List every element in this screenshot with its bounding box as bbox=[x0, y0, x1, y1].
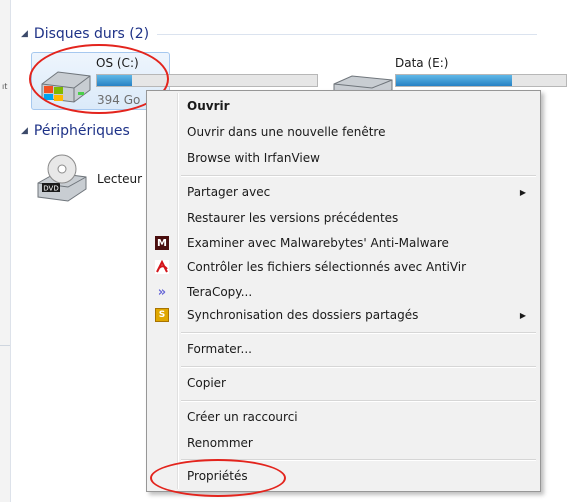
menu-separator bbox=[181, 400, 536, 402]
malwarebytes-icon: M bbox=[155, 236, 169, 250]
menu-item-create-shortcut[interactable]: Créer un raccourci bbox=[149, 405, 538, 429]
menu-item-label: Contrôler les fichiers sélectionnés avec… bbox=[187, 260, 467, 274]
context-menu: Ouvrir Ouvrir dans une nouvelle fenêtre … bbox=[146, 90, 541, 492]
menu-item-label: Examiner avec Malwarebytes' Anti-Malware bbox=[187, 236, 449, 250]
dvd-label: DVD bbox=[43, 185, 58, 193]
navigation-pane-edge: ıt bbox=[0, 0, 11, 502]
menu-item-label: Synchronisation des dossiers partagés bbox=[187, 308, 419, 322]
menu-item-rename[interactable]: Renommer bbox=[149, 431, 538, 455]
menu-item-label: Ouvrir bbox=[187, 99, 230, 113]
menu-item-restore-versions[interactable]: Restaurer les versions précédentes bbox=[149, 206, 538, 230]
menu-item-label: TeraCopy... bbox=[187, 285, 253, 299]
dvd-drive-icon: DVD bbox=[37, 154, 87, 202]
group-header-hard-drives[interactable]: ◢ Disques durs (2) bbox=[21, 26, 538, 42]
teracopy-icon: » bbox=[157, 284, 167, 300]
menu-item-label: Créer un raccourci bbox=[187, 410, 298, 424]
menu-item-label: Renommer bbox=[187, 436, 253, 450]
menu-item-label: Copier bbox=[187, 376, 226, 390]
drive-e-usage-fill bbox=[396, 75, 512, 86]
menu-item-teracopy[interactable]: » TeraCopy... bbox=[149, 280, 538, 304]
group-header-devices[interactable]: ◢ Périphériques bbox=[21, 123, 130, 139]
menu-item-malwarebytes[interactable]: M Examiner avec Malwarebytes' Anti-Malwa… bbox=[149, 231, 538, 255]
menu-separator bbox=[181, 366, 536, 368]
submenu-arrow-icon: ▶ bbox=[519, 187, 526, 197]
submenu-arrow-icon: ▶ bbox=[519, 310, 526, 320]
group-header-devices-label: Périphériques bbox=[33, 123, 130, 139]
nav-marker: ıt bbox=[2, 82, 8, 91]
menu-item-open[interactable]: Ouvrir bbox=[149, 94, 538, 118]
drive-e-name: Data (E:) bbox=[395, 56, 449, 70]
menu-item-label: Browse with IrfanView bbox=[187, 151, 320, 165]
menu-item-label: Partager avec bbox=[187, 185, 271, 199]
menu-item-browse-irfanview[interactable]: Browse with IrfanView bbox=[149, 146, 538, 170]
menu-item-sync-shared-folders[interactable]: S Synchronisation des dossiers partagés … bbox=[149, 303, 538, 327]
device-dvd-name[interactable]: Lecteur bbox=[97, 172, 142, 186]
annotation-circle-properties bbox=[150, 459, 286, 497]
drive-e-usage-bar bbox=[395, 74, 567, 87]
antivir-icon bbox=[155, 260, 169, 274]
collapse-triangle-icon[interactable]: ◢ bbox=[21, 126, 28, 136]
menu-item-format[interactable]: Formater... bbox=[149, 337, 538, 361]
group-header-hard-drives-label: Disques durs (2) bbox=[33, 26, 150, 42]
nav-divider bbox=[0, 345, 10, 346]
sync-icon: S bbox=[155, 308, 169, 322]
menu-item-antivir[interactable]: Contrôler les fichiers sélectionnés avec… bbox=[149, 255, 538, 279]
menu-item-label: Restaurer les versions précédentes bbox=[187, 211, 399, 225]
group-header-rule bbox=[157, 33, 538, 35]
menu-separator bbox=[181, 175, 536, 177]
menu-item-label: Formater... bbox=[187, 342, 252, 356]
menu-item-copy[interactable]: Copier bbox=[149, 371, 538, 395]
menu-separator bbox=[181, 332, 536, 334]
menu-item-share-with[interactable]: Partager avec ▶ bbox=[149, 180, 538, 204]
menu-item-label: Ouvrir dans une nouvelle fenêtre bbox=[187, 125, 386, 139]
menu-item-open-new-window[interactable]: Ouvrir dans une nouvelle fenêtre bbox=[149, 120, 538, 144]
collapse-triangle-icon[interactable]: ◢ bbox=[21, 29, 28, 39]
